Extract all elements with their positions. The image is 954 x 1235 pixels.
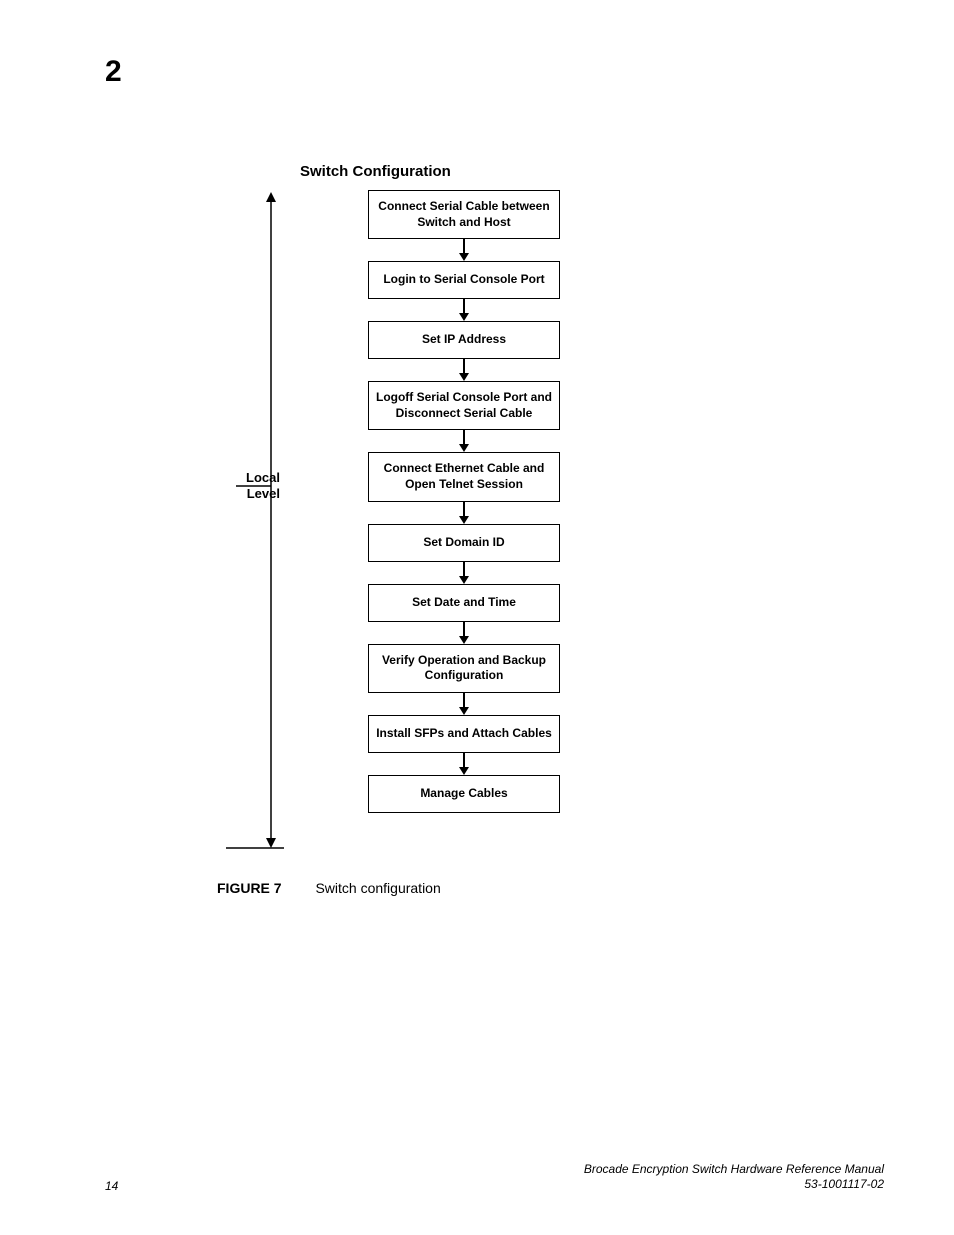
doc-number: 53-1001117-02	[584, 1177, 884, 1193]
flow-step: Set Date and Time	[368, 584, 560, 622]
flow-step: Set IP Address	[368, 321, 560, 359]
figure-caption-text: Switch configuration	[315, 880, 440, 896]
arrow-down-icon	[368, 359, 560, 381]
flowchart: Connect Serial Cable between Switch and …	[368, 190, 560, 813]
diagram-title: Switch Configuration	[300, 163, 451, 180]
arrow-down-icon	[368, 622, 560, 644]
arrow-down-icon	[368, 299, 560, 321]
arrow-down-icon	[368, 502, 560, 524]
flow-step: Manage Cables	[368, 775, 560, 813]
page-number: 14	[105, 1179, 118, 1193]
flow-step: Set Domain ID	[368, 524, 560, 562]
flow-step: Logoff Serial Console Port and Disconnec…	[368, 381, 560, 430]
figure-label: FIGURE 7	[217, 880, 282, 896]
doc-title: Brocade Encryption Switch Hardware Refer…	[584, 1162, 884, 1178]
page-footer: 14 Brocade Encryption Switch Hardware Re…	[105, 1162, 884, 1193]
flow-step: Verify Operation and Backup Configuratio…	[368, 644, 560, 693]
figure-caption: FIGURE 7 Switch configuration	[217, 880, 441, 896]
arrow-down-icon	[368, 753, 560, 775]
bracket-icon	[226, 192, 286, 852]
flow-step: Login to Serial Console Port	[368, 261, 560, 299]
flow-step: Install SFPs and Attach Cables	[368, 715, 560, 753]
arrow-down-icon	[368, 430, 560, 452]
flow-step: Connect Serial Cable between Switch and …	[368, 190, 560, 239]
arrow-down-icon	[368, 562, 560, 584]
flow-step: Connect Ethernet Cable and Open Telnet S…	[368, 452, 560, 501]
arrow-down-icon	[368, 239, 560, 261]
chapter-number: 2	[105, 55, 122, 89]
arrow-down-icon	[368, 693, 560, 715]
